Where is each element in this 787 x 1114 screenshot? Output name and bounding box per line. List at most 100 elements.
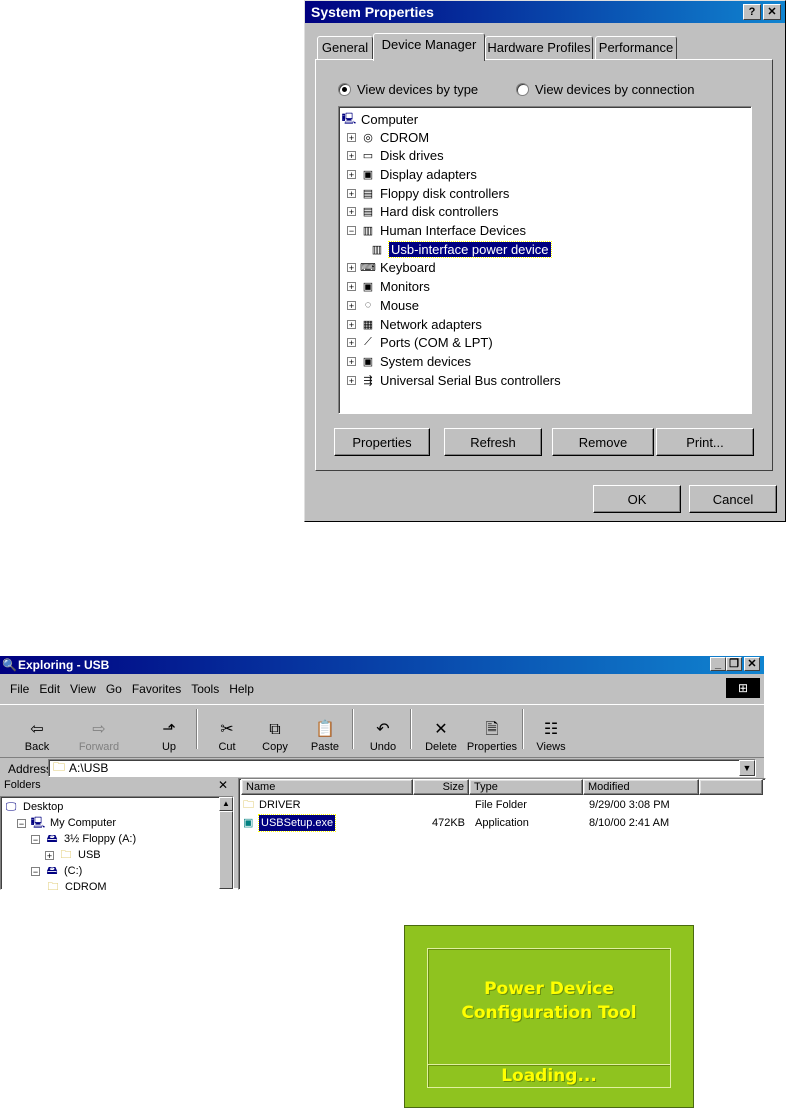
menu-help[interactable]: Help (229, 682, 254, 696)
scroll-thumb[interactable] (219, 811, 233, 889)
menu-tools[interactable]: Tools (191, 682, 219, 696)
tree-item[interactable]: + ▣ Display adapters (347, 165, 477, 183)
cut-button[interactable]: ✂ Cut (206, 707, 248, 753)
explorer-titlebar[interactable]: 🔍 Exploring - USB _ ❐ ✕ (0, 656, 764, 674)
menu-go[interactable]: Go (106, 682, 122, 696)
tree-item[interactable]: + ▤ Floppy disk controllers (347, 184, 509, 202)
column-header-size[interactable]: Size (413, 779, 469, 795)
file-row[interactable]: ▣ USBSetup.exe 472KB Application 8/10/00 2:4… (239, 814, 763, 832)
keyboard-icon: ⌨ (360, 262, 376, 275)
undo-button[interactable]: ↶ Undo (362, 707, 404, 753)
folder-tree-item[interactable]: − 🖴 3½ Floppy (A:) (31, 831, 136, 847)
back-button[interactable]: ⇦ Back (16, 707, 58, 753)
forward-button[interactable]: ⇨ Forward (78, 707, 120, 753)
expand-icon[interactable]: + (347, 375, 356, 385)
toolbar-separator (522, 709, 524, 749)
expand-icon[interactable]: + (347, 356, 356, 366)
folder-label: (C:) (64, 865, 83, 877)
file-modified: 9/29/00 3:08 PM (589, 799, 670, 811)
tree-item[interactable]: + ▣ System devices (347, 352, 471, 370)
expand-icon[interactable]: + (347, 132, 356, 142)
ok-button[interactable]: OK (593, 485, 681, 513)
delete-button[interactable]: ✕ Delete (420, 707, 462, 753)
column-header-name[interactable]: Name (241, 779, 413, 795)
toolbar-label: Back (24, 741, 50, 753)
expand-icon[interactable]: + (347, 282, 356, 292)
dropdown-arrow-icon[interactable]: ▼ (739, 760, 755, 776)
print-button[interactable]: Print... (656, 428, 754, 456)
folder-tree-item[interactable]: − 🖳 My Computer (17, 815, 116, 831)
tab-general[interactable]: General (317, 36, 373, 60)
folder-label: My Computer (50, 817, 117, 829)
minimize-button[interactable]: _ (710, 657, 726, 671)
collapse-icon[interactable]: − (17, 818, 26, 828)
refresh-button[interactable]: Refresh (444, 428, 542, 456)
folder-icon: 🗀 (53, 759, 66, 774)
folders-scrollbar[interactable]: ▲ (219, 797, 233, 889)
expand-icon[interactable]: + (347, 169, 356, 179)
collapse-icon[interactable]: − (31, 834, 40, 844)
remove-button[interactable]: Remove (552, 428, 654, 456)
tree-item[interactable]: + ⇶ Universal Serial Bus controllers (347, 371, 561, 389)
button-label: Refresh (470, 434, 516, 450)
tab-device-manager[interactable]: Device Manager (373, 33, 485, 61)
collapse-icon[interactable]: − (31, 866, 40, 876)
paste-icon: 📋 (315, 721, 335, 738)
properties-button[interactable]: Properties (334, 428, 430, 456)
toolbar-label: Paste (310, 741, 340, 753)
menu-view[interactable]: View (70, 682, 96, 696)
tree-item[interactable]: − ▥ Human Interface Devices (347, 222, 526, 240)
expand-icon[interactable]: + (347, 151, 356, 161)
radio-view-by-connection[interactable]: View devices by connection (516, 82, 694, 97)
tree-item[interactable]: + ▦ Network adapters (347, 315, 482, 333)
copy-button[interactable]: ⧉ Copy (254, 707, 296, 753)
tab-hardware-profiles[interactable]: Hardware Profiles (485, 36, 593, 60)
radio-view-by-type[interactable]: View devices by type (338, 82, 478, 97)
device-manager-panel: View devices by type View devices by con… (315, 59, 773, 471)
tree-item[interactable]: + ▭ Disk drives (347, 147, 444, 165)
menu-file[interactable]: File (10, 682, 29, 696)
tree-item[interactable]: + ▤ Hard disk controllers (347, 203, 499, 221)
column-header-type[interactable]: Type (469, 779, 583, 795)
address-input[interactable]: 🗀 A:\USB ▼ (48, 759, 756, 777)
up-button[interactable]: ⬏ Up (148, 707, 190, 753)
column-header-modified[interactable]: Modified (583, 779, 699, 795)
views-button[interactable]: ☷ Views (530, 707, 572, 753)
folders-tree[interactable]: ▲ 🖵 Desktop − 🖳 My Computer − 🖴 3½ Floppy (A:) +… (0, 796, 234, 893)
button-label: Cancel (712, 491, 754, 507)
close-pane-icon[interactable]: ✕ (218, 778, 228, 792)
tab-label: Device Manager (381, 37, 477, 52)
tree-item[interactable]: ▥ Usb-interface power device (369, 240, 552, 258)
close-button[interactable]: ✕ (744, 657, 760, 671)
file-list[interactable]: Name Size Type Modified 🗀 DRIVER File Fold… (238, 778, 766, 890)
system-properties-titlebar[interactable]: System Properties ? ✕ (305, 1, 785, 23)
expand-icon[interactable]: + (347, 338, 356, 348)
tree-item[interactable]: + ⟋ Ports (COM & LPT) (347, 334, 493, 352)
expand-icon[interactable]: + (347, 300, 356, 310)
help-button[interactable]: ? (743, 4, 761, 20)
tree-item[interactable]: + ◌ Mouse (347, 296, 419, 314)
expand-icon[interactable]: + (45, 850, 54, 860)
paste-button[interactable]: 📋 Paste (304, 707, 346, 753)
tree-item[interactable]: + ⌨ Keyboard (347, 259, 436, 277)
close-button[interactable]: ✕ (763, 4, 781, 20)
expand-icon[interactable]: + (347, 188, 356, 198)
tree-item-computer[interactable]: 🖳 Computer (341, 110, 418, 128)
tree-item[interactable]: + ▣ Monitors (347, 278, 430, 296)
tree-item[interactable]: + ◎ CDROM (347, 128, 429, 146)
file-row[interactable]: 🗀 DRIVER File Folder 9/29/00 3:08 PM (239, 797, 763, 813)
menu-favorites[interactable]: Favorites (132, 682, 181, 696)
scroll-up-icon[interactable]: ▲ (219, 797, 233, 811)
folder-tree-item[interactable]: 🗀 CDROM (45, 879, 107, 895)
expand-icon[interactable]: + (347, 263, 356, 273)
expand-icon[interactable]: + (347, 207, 356, 217)
restore-button[interactable]: ❐ (726, 657, 742, 671)
expand-icon[interactable]: + (347, 319, 356, 329)
cancel-button[interactable]: Cancel (689, 485, 777, 513)
device-tree[interactable]: 🖳 Computer + ◎ CDROM + ▭ Disk drives + ▣ Display… (338, 106, 752, 414)
properties-button[interactable]: 🗎 Properties (466, 707, 518, 753)
collapse-icon[interactable]: − (347, 226, 356, 236)
hid-device-icon: ▥ (371, 243, 383, 256)
tab-performance[interactable]: Performance (595, 36, 677, 60)
menu-edit[interactable]: Edit (39, 682, 60, 696)
